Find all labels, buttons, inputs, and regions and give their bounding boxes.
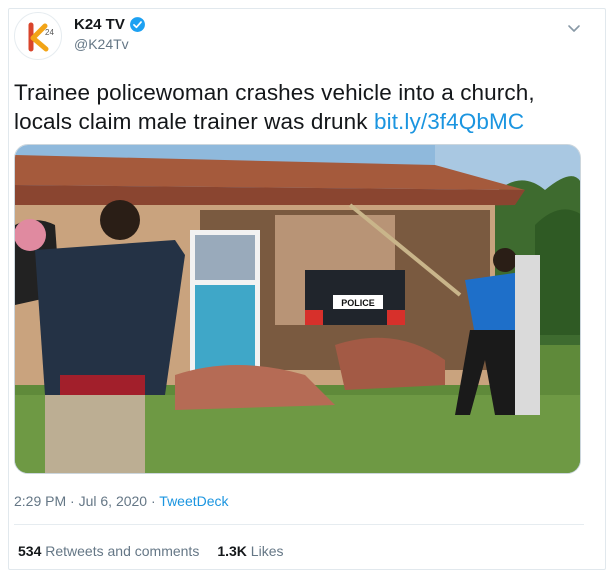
meta-separator: · — [147, 493, 160, 509]
verified-badge-icon — [129, 17, 145, 32]
tweet-meta: 2:29 PM · Jul 6, 2020 · TweetDeck — [14, 493, 229, 509]
tweet-stats: 534 Retweets and comments 1.3K Likes — [18, 543, 283, 559]
likes-label: Likes — [250, 543, 284, 559]
avatar[interactable]: 24 — [14, 12, 62, 60]
tweet-source-link[interactable]: TweetDeck — [159, 493, 228, 509]
likes-stat[interactable]: 1.3K Likes — [217, 543, 283, 559]
vehicle-plate-text: POLICE — [341, 298, 375, 308]
tweet-date[interactable]: Jul 6, 2020 — [79, 493, 148, 509]
retweets-stat[interactable]: 534 Retweets and comments — [18, 543, 199, 559]
k24-logo-icon: 24 — [28, 22, 54, 52]
likes-count: 1.3K — [217, 543, 247, 559]
user-handle[interactable]: @K24Tv — [74, 36, 146, 52]
photo-scene: POLICE — [15, 145, 580, 473]
display-name[interactable]: K24 TV — [74, 16, 125, 33]
divider — [14, 524, 584, 525]
tweet-time[interactable]: 2:29 PM — [14, 493, 66, 509]
meta-separator: · — [66, 493, 79, 509]
tweet-header: 24 K24 TV @K24Tv — [14, 12, 584, 62]
retweets-label: Retweets and comments — [45, 543, 200, 559]
svg-text:24: 24 — [45, 28, 54, 37]
tweet-text: Trainee policewoman crashes vehicle into… — [14, 78, 584, 136]
chevron-down-icon[interactable] — [566, 20, 582, 36]
tweet-photo[interactable]: POLICE — [14, 144, 581, 474]
tweet-link[interactable]: bit.ly/3f4QbMC — [374, 109, 524, 134]
retweets-count: 534 — [18, 543, 42, 559]
